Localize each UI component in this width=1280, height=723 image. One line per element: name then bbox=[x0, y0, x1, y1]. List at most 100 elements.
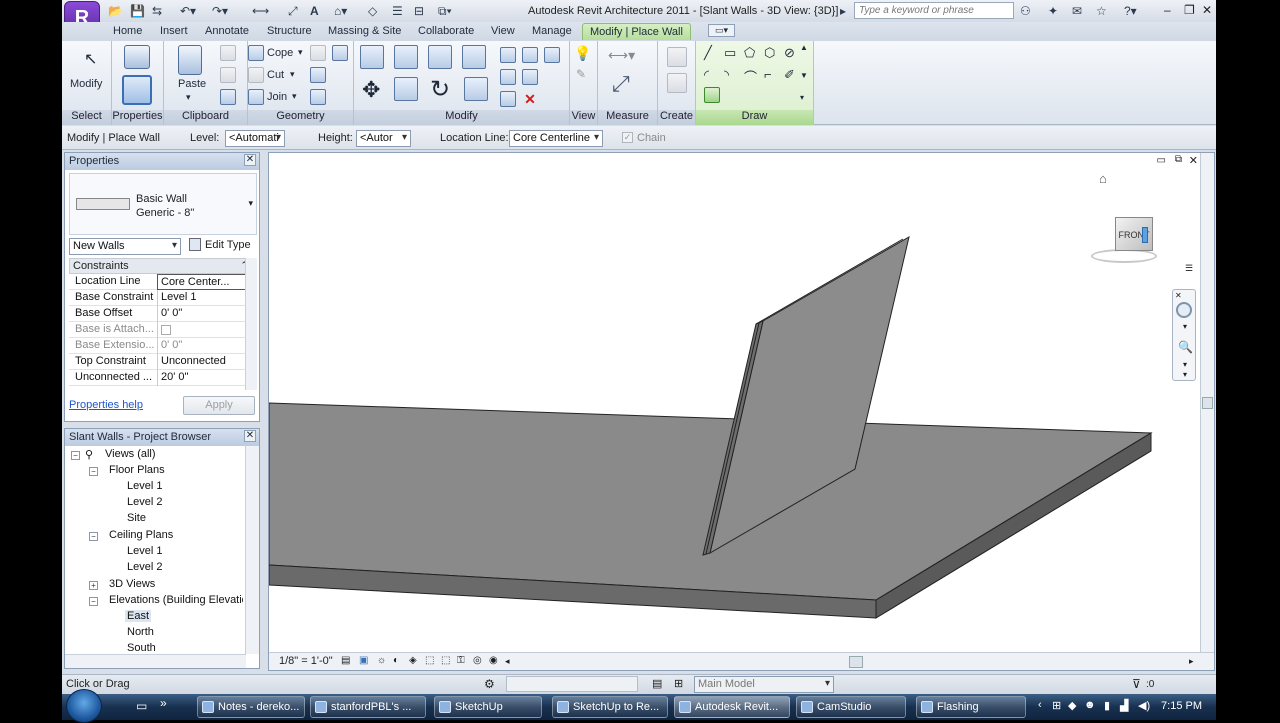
edit-type-button[interactable]: Edit Type bbox=[205, 239, 251, 251]
instance-filter-select[interactable]: New Walls bbox=[69, 238, 181, 255]
close-button[interactable]: ✕ bbox=[1202, 3, 1212, 17]
trim-single-icon[interactable] bbox=[544, 47, 560, 63]
chevron-down-icon[interactable]: ▾ bbox=[248, 198, 253, 209]
signal-icon[interactable]: ▟ bbox=[1120, 699, 1128, 712]
worksharing-icon[interactable]: ⚙ bbox=[484, 677, 495, 691]
modify-panel-label[interactable]: Modify bbox=[354, 110, 569, 125]
favorites-icon[interactable]: ☆ bbox=[1096, 4, 1107, 18]
tree-ceiling-level-2[interactable]: Level 2 bbox=[127, 561, 162, 573]
move-icon[interactable]: ✥ bbox=[362, 77, 380, 103]
properties-scrollbar[interactable] bbox=[245, 258, 257, 390]
type-properties-icon[interactable] bbox=[124, 45, 150, 69]
editable-only-icon[interactable]: ▤ bbox=[652, 677, 662, 690]
viewcube[interactable]: FRONT bbox=[1091, 215, 1157, 263]
cope-icon[interactable] bbox=[248, 45, 264, 61]
navbar-menu-icon[interactable]: ▾ bbox=[1183, 370, 1187, 379]
draw-scroll-down-icon[interactable]: ▼ bbox=[800, 71, 808, 80]
measure-icon[interactable]: ⟷ bbox=[252, 4, 269, 18]
hide-element-icon[interactable]: 💡 bbox=[574, 45, 591, 62]
sun-path-icon[interactable]: ☼ bbox=[377, 655, 386, 666]
tab-annotate[interactable]: Annotate bbox=[205, 25, 249, 37]
design-options-icon[interactable]: ⊞ bbox=[674, 677, 683, 690]
tree-3d-views[interactable]: 3D Views bbox=[109, 578, 155, 590]
tab-massing-site[interactable]: Massing & Site bbox=[328, 25, 401, 37]
property-row[interactable]: Location Line Core Center... bbox=[69, 274, 253, 290]
paste-dropdown-icon[interactable]: ▾ bbox=[186, 92, 191, 103]
join-button[interactable]: Join bbox=[267, 91, 287, 103]
location-line-select[interactable]: Core Centerline bbox=[509, 130, 603, 147]
copy-element-icon[interactable] bbox=[394, 77, 418, 101]
undo-icon[interactable]: ↶▾ bbox=[180, 4, 196, 18]
viewcube-compass[interactable] bbox=[1091, 249, 1157, 263]
zoom-dropdown-icon[interactable]: ▾ bbox=[1183, 360, 1187, 369]
split-face-icon[interactable] bbox=[310, 45, 326, 61]
draw-panel-label[interactable]: Draw bbox=[696, 110, 813, 125]
design-option-select[interactable]: Main Model bbox=[694, 676, 834, 693]
create-panel-label[interactable]: Create bbox=[658, 110, 695, 125]
scroll-right-icon[interactable]: ▸ bbox=[1189, 656, 1194, 667]
start-button[interactable] bbox=[66, 689, 102, 723]
zoom-icon[interactable]: 🔍 bbox=[1178, 340, 1193, 354]
apply-button[interactable]: Apply bbox=[183, 396, 255, 415]
offset-icon[interactable] bbox=[394, 45, 418, 69]
view-scale[interactable]: 1/8" = 1'-0" bbox=[279, 655, 333, 667]
tree-floor-level-1[interactable]: Level 1 bbox=[127, 480, 162, 492]
navbar-close-icon[interactable]: ✕ bbox=[1175, 291, 1182, 300]
cut-icon[interactable] bbox=[220, 45, 236, 61]
browser-vertical-scrollbar[interactable] bbox=[245, 446, 259, 654]
tree-floor-level-2[interactable]: Level 2 bbox=[127, 496, 162, 508]
active-workset-input[interactable] bbox=[506, 676, 638, 692]
switch-windows-icon[interactable]: ⧉▾ bbox=[438, 4, 452, 19]
pick-walls-icon[interactable] bbox=[704, 87, 720, 103]
rotate-icon[interactable]: ↻ bbox=[430, 75, 450, 104]
tree-ceiling-plans[interactable]: Ceiling Plans bbox=[109, 529, 173, 541]
floor-slab-top[interactable] bbox=[269, 402, 1153, 601]
collapse-icon[interactable]: − bbox=[71, 451, 80, 460]
thin-lines-icon[interactable]: ☰ bbox=[392, 4, 403, 18]
create-similar-icon[interactable] bbox=[667, 73, 687, 93]
tree-site[interactable]: Site bbox=[127, 512, 146, 524]
detail-level-icon[interactable]: ▤ bbox=[341, 655, 350, 666]
dimension-icon[interactable]: ⤢ bbox=[288, 4, 298, 19]
tray-expand-icon[interactable]: ‹ bbox=[1038, 699, 1042, 711]
home-icon[interactable]: ⌂ bbox=[1099, 171, 1107, 186]
unpin-icon[interactable] bbox=[500, 91, 516, 107]
property-row[interactable]: Unconnected ... 20' 0" bbox=[69, 370, 253, 386]
temporary-hide-icon[interactable]: ◎ bbox=[473, 655, 482, 666]
vertical-scroll-thumb[interactable] bbox=[1202, 397, 1213, 409]
subscription-icon[interactable]: ✦ bbox=[1048, 4, 1058, 18]
binoculars-icon[interactable]: ⚇ bbox=[1020, 4, 1031, 18]
default-3d-icon[interactable]: ⌂▾ bbox=[334, 4, 347, 18]
open-icon[interactable]: 📂 bbox=[108, 4, 123, 18]
reveal-hidden-icon[interactable]: ◉ bbox=[489, 655, 498, 666]
copy-icon[interactable] bbox=[220, 67, 236, 83]
communication-icon[interactable]: ✉ bbox=[1072, 4, 1082, 18]
ribbon-toggle-button[interactable]: ▭▾ bbox=[708, 24, 736, 37]
restore-button[interactable]: ❐ bbox=[1184, 3, 1195, 17]
circle-icon[interactable]: ⊘ bbox=[784, 45, 795, 61]
viewcube-menu-icon[interactable]: ☰ bbox=[1185, 263, 1193, 274]
sync-icon[interactable]: ⇆ bbox=[152, 4, 162, 18]
tree-floor-plans[interactable]: Floor Plans bbox=[109, 464, 165, 476]
draw-expand-icon[interactable]: ▾ bbox=[800, 93, 804, 102]
view-vertical-scrollbar[interactable] bbox=[1200, 153, 1214, 653]
type-selector[interactable]: Basic Wall Generic - 8" ▾ bbox=[69, 173, 257, 235]
pin-icon[interactable] bbox=[522, 47, 538, 63]
close-icon[interactable]: ✕ bbox=[244, 430, 256, 442]
paste-icon[interactable] bbox=[178, 45, 202, 75]
collapse-icon[interactable]: − bbox=[89, 532, 98, 541]
align-icon[interactable] bbox=[360, 45, 384, 69]
edit-type-icon[interactable] bbox=[189, 238, 201, 251]
tab-manage[interactable]: Manage bbox=[532, 25, 572, 37]
array-icon[interactable] bbox=[500, 69, 516, 85]
scroll-left-icon[interactable]: ◂ bbox=[505, 656, 510, 667]
close-hidden-icon[interactable]: ⊟ bbox=[414, 4, 424, 18]
taskbar-sketchup-to-revit[interactable]: SketchUp to Re... bbox=[552, 696, 668, 718]
view-panel-label[interactable]: View bbox=[570, 110, 597, 125]
tree-views-all[interactable]: Views (all) bbox=[105, 448, 156, 460]
clipboard-panel-label[interactable]: Clipboard bbox=[164, 110, 247, 125]
measure-distance-icon[interactable]: ⟷▾ bbox=[608, 47, 635, 64]
tab-home[interactable]: Home bbox=[113, 25, 142, 37]
clock[interactable]: 7:15 PM bbox=[1161, 700, 1202, 712]
steering-wheel-icon[interactable] bbox=[1176, 302, 1192, 318]
